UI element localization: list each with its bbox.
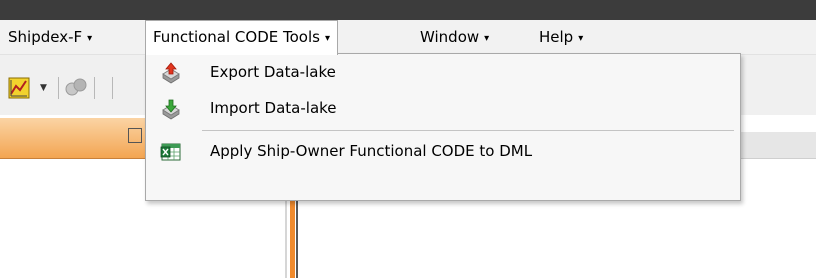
menu-bar: Shipdex-F ▾ Functional CODE Tools ▾ Window… xyxy=(0,20,816,55)
toolbar-separator xyxy=(112,77,113,99)
spreadsheet-icon xyxy=(160,143,181,161)
link-tool-icon[interactable] xyxy=(64,77,88,99)
menu-item-import-data-lake[interactable]: Import Data-lake xyxy=(146,91,740,125)
menu-window[interactable]: Window ▾ xyxy=(413,20,496,54)
menu-functional-code-tools[interactable]: Functional CODE Tools ▾ xyxy=(145,20,338,55)
dropdown-arrow-icon: ▾ xyxy=(484,33,490,44)
menu-item-label: Apply Ship-Owner Functional CODE to DML xyxy=(210,142,533,160)
toolbar-separator xyxy=(58,77,59,99)
menu-help[interactable]: Help ▾ xyxy=(532,20,590,54)
menu-label: Help xyxy=(539,28,574,46)
functional-code-tools-menu: Export Data-lake Import Data-lake Apply … xyxy=(145,53,741,201)
chart-tool-icon[interactable] xyxy=(8,77,34,99)
menu-item-label: Import Data-lake xyxy=(210,99,337,117)
window-titlebar xyxy=(0,0,816,20)
menu-label: Window xyxy=(420,28,480,46)
menu-separator xyxy=(202,130,734,131)
dropdown-arrow-icon: ▾ xyxy=(87,33,93,44)
toolbar-separator xyxy=(94,77,95,99)
export-icon xyxy=(162,62,180,84)
dropdown-arrow-icon: ▾ xyxy=(578,33,584,44)
menu-item-export-data-lake[interactable]: Export Data-lake xyxy=(146,55,740,89)
import-icon xyxy=(162,99,180,120)
menu-item-apply-functional-code[interactable]: Apply Ship-Owner Functional CODE to DML xyxy=(146,134,740,168)
menu-item-label: Export Data-lake xyxy=(210,63,336,81)
menu-shipdex-f[interactable]: Shipdex-F ▾ xyxy=(1,20,99,54)
chevron-down-icon[interactable]: ▼ xyxy=(40,83,47,93)
menu-label: Functional CODE Tools xyxy=(153,28,320,46)
dropdown-arrow-icon: ▾ xyxy=(324,33,330,44)
maximize-icon[interactable] xyxy=(128,128,142,143)
menu-label: Shipdex-F xyxy=(8,28,83,46)
